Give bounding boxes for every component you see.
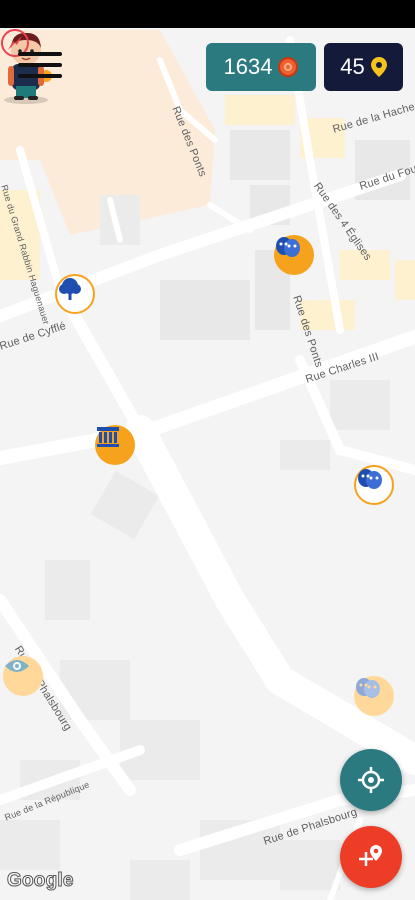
map-attribution: Google <box>7 870 74 892</box>
theater-masks-icon <box>276 237 300 257</box>
poi-theater[interactable] <box>274 235 314 275</box>
eye-icon <box>5 660 29 672</box>
theater-masks-icon <box>358 469 382 489</box>
places-count: 45 <box>340 54 365 79</box>
park-tree-icon <box>59 278 81 300</box>
poi-theater[interactable] <box>354 676 394 716</box>
locate-button[interactable] <box>340 749 402 811</box>
theater-masks-icon <box>356 678 380 698</box>
status-bar <box>0 0 415 28</box>
poi-theater[interactable] <box>354 465 394 505</box>
poi-viewpoint[interactable] <box>3 656 43 696</box>
poi-monument[interactable] <box>95 425 135 465</box>
crosshair-locate-icon <box>358 767 384 793</box>
places-badge[interactable]: 45 <box>324 43 403 91</box>
menu-button[interactable] <box>18 52 64 86</box>
poi-park[interactable] <box>55 274 95 314</box>
location-pin-icon <box>370 57 387 77</box>
hamburger-menu-icon <box>18 52 62 56</box>
monument-icon <box>97 427 119 447</box>
add-location-pin-icon <box>359 845 382 866</box>
score-value: 1634 <box>223 54 273 79</box>
coin-icon <box>278 57 299 77</box>
score-badge[interactable]: 1634 <box>206 43 316 91</box>
add-place-button[interactable] <box>340 826 402 888</box>
